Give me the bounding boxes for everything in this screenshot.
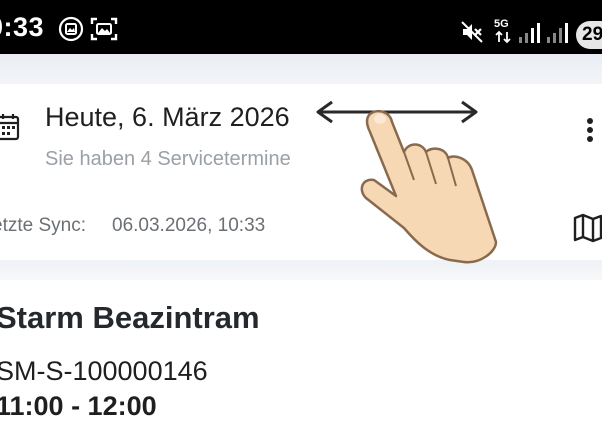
appointment-time: 11:00 - 12:00 [0,391,157,421]
signal-icon [518,22,542,44]
header-band-top [0,54,602,84]
appointment-customer-name[interactable]: Starm Beazintram [0,300,260,336]
last-sync-value: 06.03.2026, 10:33 [112,215,266,236]
battery-badge: 29 [576,21,602,49]
screenshot-icon [90,16,118,42]
more-options-icon[interactable] [585,116,595,151]
map-icon[interactable] [572,212,602,249]
media-icon [58,16,84,42]
status-time: 0:33 [0,12,45,42]
network-label: 5G [494,18,509,30]
status-bar: 0:33 5G [0,0,602,54]
header-band-bottom [0,260,602,280]
appointments-subtitle: Sie haben 4 Servicetermine [45,148,291,170]
signal-icon [546,22,570,44]
last-sync-label: etzte Sync: [0,215,86,236]
mute-icon [460,20,484,44]
appointment-id: SM-S-100000146 [0,356,208,386]
date-title: Heute, 6. März 2026 [45,102,290,132]
calendar-icon [0,112,20,147]
